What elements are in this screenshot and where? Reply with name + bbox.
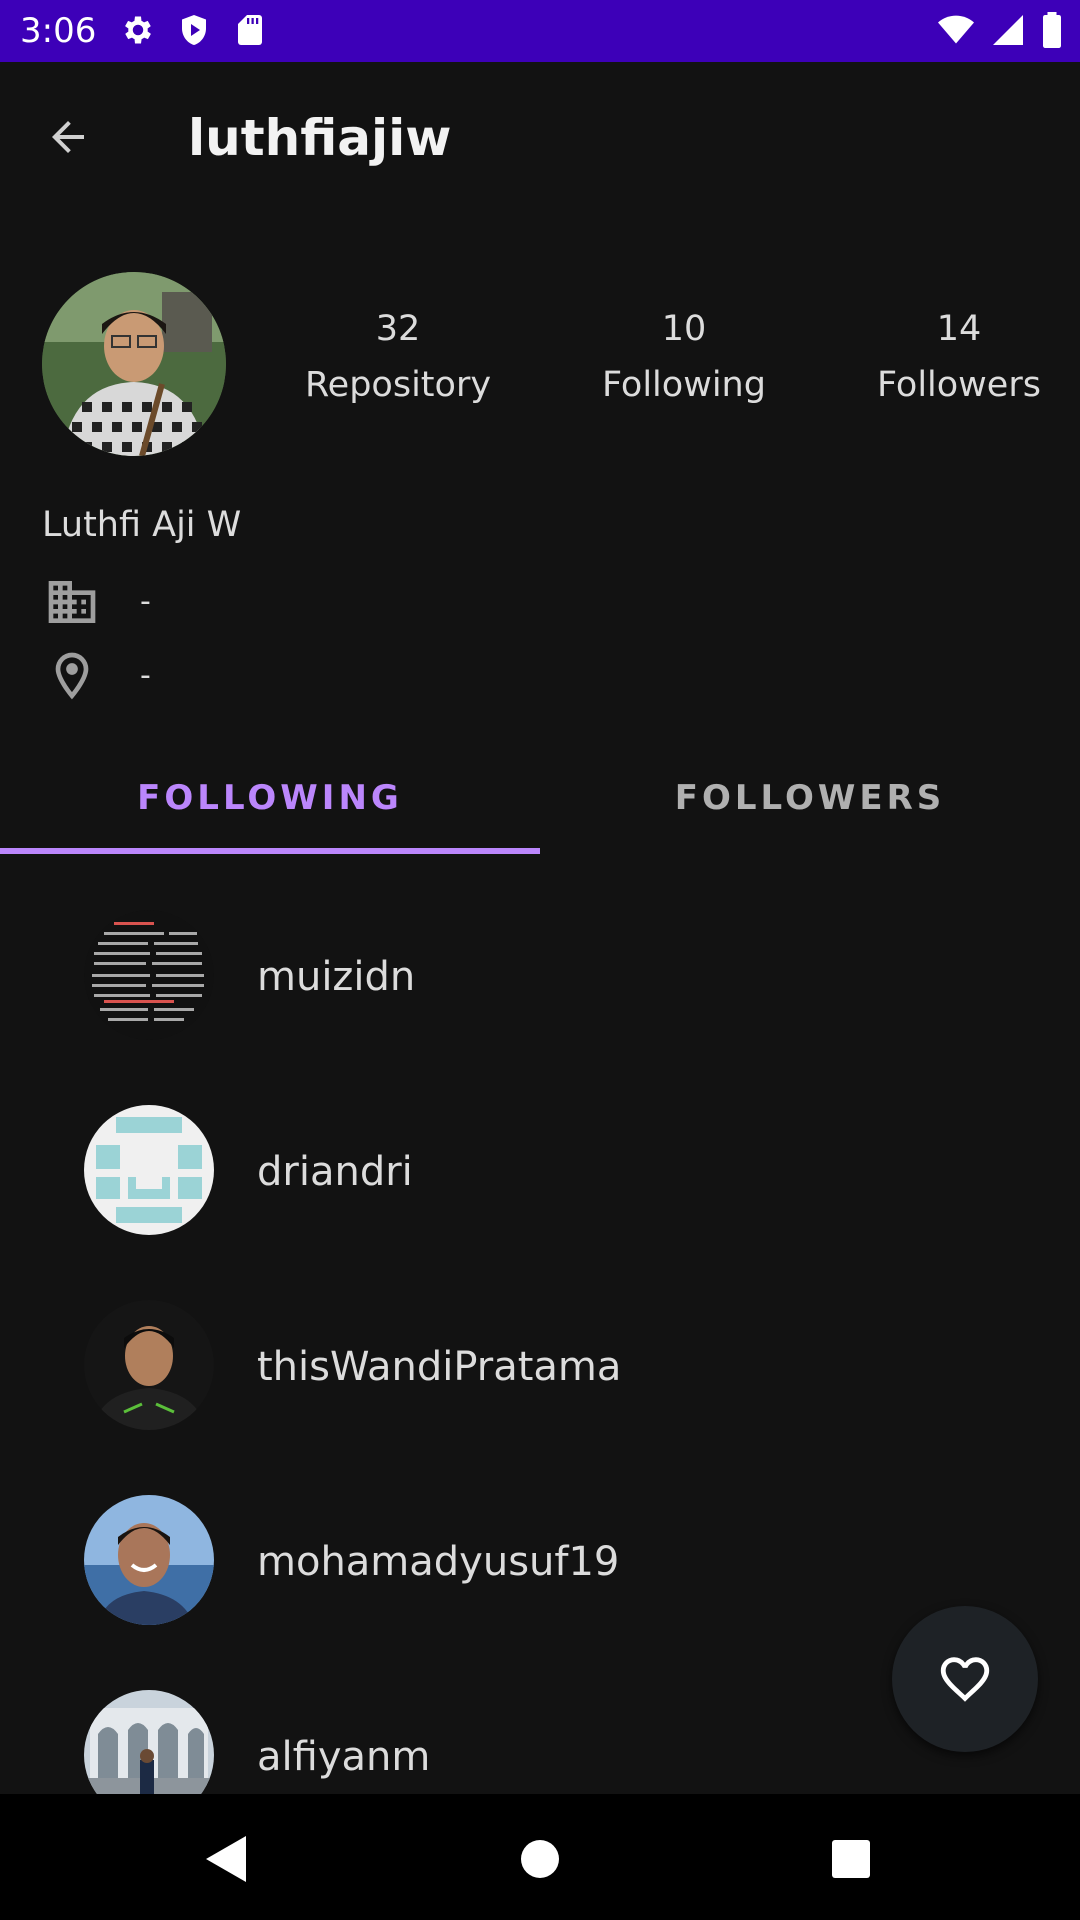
nav-back-button[interactable] <box>200 1834 250 1884</box>
tab-followers[interactable]: FOLLOWERS <box>540 740 1080 856</box>
list-item-username: thisWandiPratama <box>257 1344 622 1390</box>
stat-following-value: 10 <box>661 309 707 349</box>
list-item-username: driandri <box>257 1149 413 1195</box>
avatar <box>84 1690 214 1794</box>
location-value: - <box>140 658 151 693</box>
signal-icon <box>993 15 1023 45</box>
stat-followers-value: 14 <box>936 309 982 349</box>
building-icon <box>48 581 96 623</box>
tab-indicator <box>0 848 540 854</box>
page-title: luthfiajiw <box>188 109 452 167</box>
stat-repository-value: 32 <box>375 309 421 349</box>
system-nav-bar <box>0 1794 1080 1920</box>
tab-following[interactable]: FOLLOWING <box>0 740 540 856</box>
company-row: - <box>44 574 151 630</box>
profile-avatar <box>42 272 226 456</box>
stat-repository-label: Repository <box>304 365 492 405</box>
app-bar: luthfiajiw <box>0 62 1080 212</box>
list-item-username: mohamadyusuf19 <box>257 1539 620 1585</box>
battery-icon <box>1043 12 1061 48</box>
sd-card-icon <box>238 15 262 45</box>
list-item[interactable]: thisWandiPratama <box>0 1270 1080 1465</box>
company-value: - <box>140 584 151 619</box>
stat-repository: 32 Repository <box>278 304 518 410</box>
avatar <box>84 1105 214 1235</box>
avatar <box>84 1300 214 1430</box>
heart-outline-icon <box>940 1657 990 1702</box>
gear-icon <box>125 16 151 44</box>
stat-following: 10 Following <box>564 304 804 410</box>
back-button[interactable] <box>40 109 96 165</box>
list-item[interactable]: muizidn <box>0 880 1080 1075</box>
nav-home-button[interactable] <box>515 1834 565 1884</box>
arrow-back-icon <box>52 121 84 153</box>
location-pin-icon <box>55 652 89 700</box>
status-bar: 3:06 <box>0 0 1080 62</box>
wifi-icon <box>938 15 974 44</box>
nav-recents-button[interactable] <box>826 1834 876 1884</box>
tab-bar: FOLLOWING FOLLOWERS <box>0 740 1080 856</box>
list-item-username: muizidn <box>257 954 416 1000</box>
recents-square-icon <box>832 1840 870 1878</box>
location-row: - <box>44 648 151 704</box>
stat-following-label: Following <box>602 365 766 405</box>
list-item[interactable]: driandri <box>0 1075 1080 1270</box>
status-time: 3:06 <box>20 11 97 51</box>
home-circle-icon <box>521 1840 559 1878</box>
avatar <box>84 910 214 1040</box>
stat-followers-label: Followers <box>877 365 1041 405</box>
profile-full-name: Luthfi Aji W <box>42 505 242 545</box>
list-item-username: alfiyanm <box>257 1734 431 1780</box>
avatar <box>84 1495 214 1625</box>
stat-followers: 14 Followers <box>839 304 1079 410</box>
favorite-button[interactable] <box>892 1606 1038 1752</box>
play-shield-icon <box>182 15 206 45</box>
back-triangle-icon <box>206 1836 246 1882</box>
